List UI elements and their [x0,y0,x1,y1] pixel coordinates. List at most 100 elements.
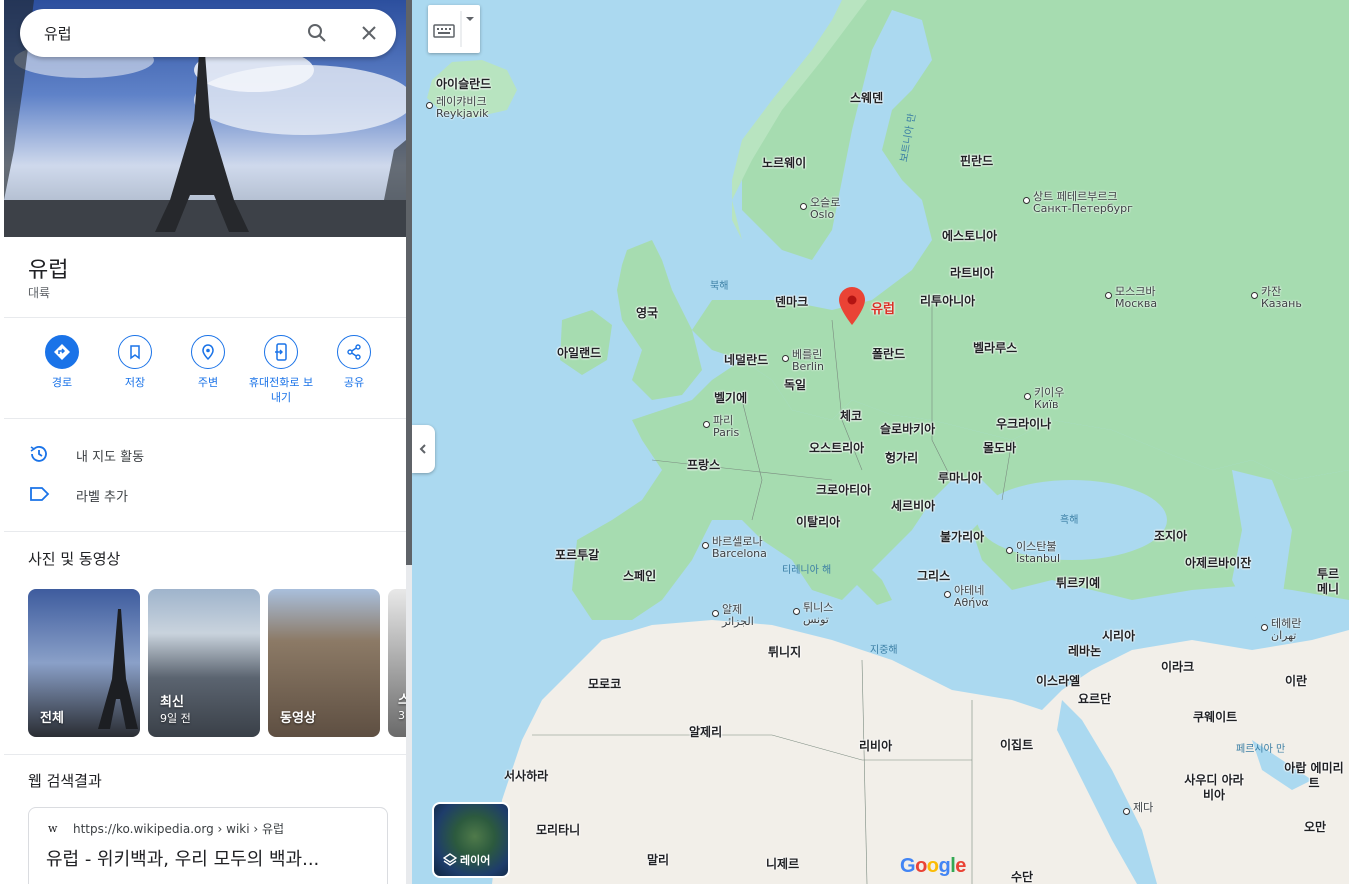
search-input[interactable]: 유럽 [44,23,72,44]
photo-tile-latest[interactable]: 최신 9일 전 [148,589,260,737]
label-country: 모로코 [588,677,622,691]
label-country: 라트비아 [950,266,995,280]
photo-tile-video[interactable]: 동영상 [268,589,380,737]
sea-label: 흑해 [1060,515,1079,526]
bookmark-icon [130,345,140,360]
label-icon [30,487,50,501]
nearby-button[interactable]: 주변 [172,335,244,390]
pin-label: 유럽 [871,302,895,317]
label-country: 세르비아 [891,499,936,513]
divider [4,754,406,755]
list-item-label: 라벨 추가 [76,490,128,505]
label-country: 벨기에 [714,391,748,405]
location-pin[interactable] [839,287,865,325]
sea-label: 북해 [710,281,729,292]
label-country: 스웨덴 [850,91,884,105]
label-country: 모리타니 [536,823,581,837]
divider [4,531,406,532]
sea-label: 지중해 [870,645,898,656]
label-country: 헝가리 [885,451,919,465]
city-paris: 파리 Paris [702,414,740,439]
google-logo: Google [900,855,966,877]
city-st-petersburg: 상트 페테르부르크 Санкт-Петербург [1023,190,1133,215]
place-title: 유럽 [28,258,69,283]
photo-tile-more[interactable]: 스 3 [388,589,406,737]
label-country: 우크라이나 [996,417,1052,431]
city-istanbul: 이스탄불 İstanbul [1005,540,1061,565]
label-country: 알제리 [689,725,723,739]
directions-button[interactable]: 경로 [26,335,98,390]
label-country: 몰도바 [983,441,1017,455]
city-berlin: 베를린 Berlin [782,348,824,373]
city-athens: 아테네 Αθήνα [944,584,989,609]
sea-label: 티레니아 해 [782,565,832,576]
divider [4,418,406,419]
city-algiers: 알제 الجزائر [712,603,754,628]
label-country: 스페인 [623,569,657,583]
action-label: 주변 [197,376,219,389]
label-country: 벨라루스 [973,341,1018,355]
label-country: 이스라엘 [1036,674,1081,688]
action-label: 경로 [51,376,73,389]
label-country: 튀니지 [768,645,802,659]
label-country: 독일 [784,378,807,392]
photo-tile-label: 전체 [40,711,64,726]
label-country: 요르단 [1078,692,1112,706]
label-country: 투르 메니 [1317,567,1340,596]
label-country: 아일랜드 [557,346,602,360]
send-to-phone-button[interactable]: 휴대전화로 보내기 [245,335,317,405]
photo-tile-label: 동영상 [280,711,316,726]
city-kazan: 카잔 Казань [1251,285,1302,310]
history-icon [30,446,47,462]
photo-tile-all[interactable]: 전체 [28,589,140,737]
label-country: 이란 [1285,674,1308,688]
keyboard-toggle-button[interactable] [428,5,480,53]
label-country: 조지아 [1154,529,1188,543]
layers-label: 레이어 [460,854,491,867]
label-country: 핀란드 [960,154,994,168]
label-country: 서사하라 [504,769,549,783]
label-country: 포르투갈 [555,548,600,562]
directions-icon [54,344,70,360]
label-country: 수단 [1011,870,1034,884]
close-icon[interactable] [357,21,381,45]
label-country: 리투아니아 [920,294,976,308]
my-map-activity-item[interactable]: 내 지도 활동 [28,443,368,467]
wikipedia-icon: w [48,822,58,835]
photo-tile-sub: 3 [398,709,405,722]
label-country: 쿠웨이트 [1193,710,1238,724]
web-result-title[interactable]: 유럽 - 위키백과, 우리 모두의 백과... [46,845,319,871]
web-results-title: 웹 검색결과 [28,772,102,790]
action-label: 저장 [124,376,146,389]
layers-button[interactable]: 레이어 [432,802,510,878]
map-pin-icon [839,287,865,325]
city-reykjavik: 레이캬비크 Reykjavik [426,95,489,120]
action-label: 휴대전화로 보내기 [248,376,314,404]
add-label-item[interactable]: 라벨 추가 [28,483,368,507]
city-kyiv: 키이우 Київ [1023,386,1065,411]
label-country: 사우디 아라비아 [1184,773,1244,802]
label-country: 말리 [647,853,670,867]
share-button[interactable]: 공유 [318,335,390,390]
search-box[interactable]: 유럽 [20,9,396,57]
action-label: 공유 [343,376,365,389]
collapse-panel-button[interactable] [412,425,435,473]
map-canvas[interactable]: 아이슬란드 스웨덴 노르웨이 핀란드 에스토니아 라트비아 덴마크 리투아니아 … [412,0,1349,884]
layers-icon [443,853,457,866]
nearby-icon [202,344,214,361]
label-country: 니제르 [766,857,800,871]
search-icon[interactable] [305,21,329,45]
divider [4,317,406,318]
send-to-phone-icon [275,343,287,361]
chevron-left-icon [419,444,426,454]
photo-tile-sub: 9일 전 [160,712,191,725]
photos-section-title: 사진 및 동영상 [28,550,121,568]
city-jeddah: 제다 [1122,801,1154,815]
label-country: 불가리아 [940,530,985,544]
save-button[interactable]: 저장 [99,335,171,390]
label-country: 시리아 [1102,629,1136,643]
label-country: 체코 [840,409,863,423]
panel-scrollbar-thumb[interactable] [406,0,412,565]
label-country: 이탈리아 [796,515,841,529]
place-category: 대륙 [28,286,51,300]
